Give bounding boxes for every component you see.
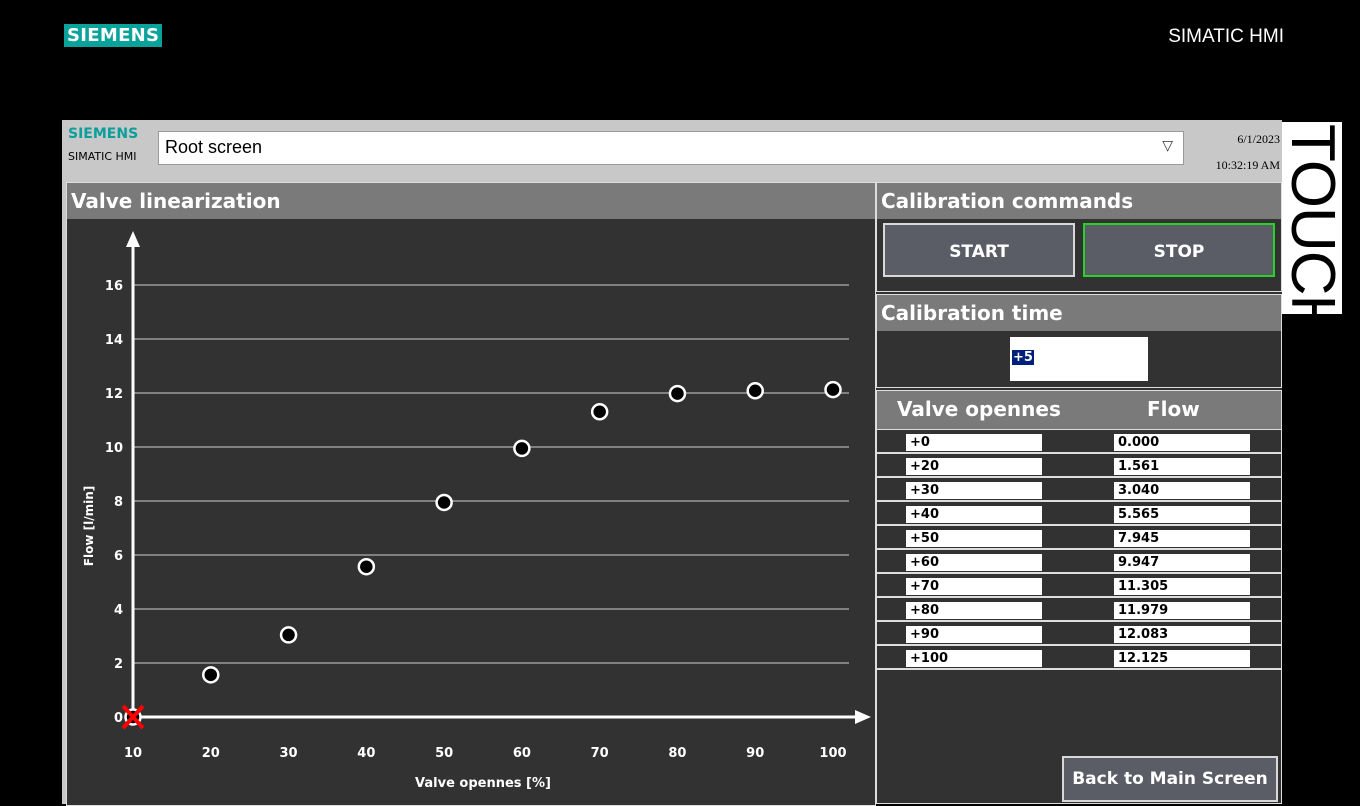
y-tick-label: 16 xyxy=(105,279,123,294)
time-title: Calibration time xyxy=(877,295,1281,331)
x-tick-label: 90 xyxy=(746,746,764,761)
table-frame xyxy=(876,430,1282,804)
y-tick-label: 8 xyxy=(114,495,123,510)
x-tick-label: 60 xyxy=(513,746,531,761)
y-tick-label: 6 xyxy=(114,549,123,564)
data-point xyxy=(513,439,531,458)
y-tick-label: 14 xyxy=(105,333,123,348)
valve-linearization-chart: 0 2 4 6 8 10 12 14 16 10 20 30 40 50 60 70 80 90 100 Valve … xyxy=(82,231,871,791)
time-label: 10:32:19 AM xyxy=(1215,158,1280,172)
touch-label: TOUCH xyxy=(1278,124,1347,339)
device-brand-logo: SIEMENS xyxy=(64,24,163,47)
data-point xyxy=(824,380,842,399)
device-product-label: SIMATIC HMI xyxy=(1168,26,1284,47)
x-tick-label: 80 xyxy=(668,746,686,761)
commands-section: Calibration commands START STOP xyxy=(876,182,1282,292)
y-tick-label: 4 xyxy=(114,603,123,618)
calibration-time-input[interactable]: +5 xyxy=(1010,337,1148,381)
stop-button[interactable]: STOP xyxy=(1083,223,1275,277)
y-tick-label: 12 xyxy=(105,387,123,402)
chevron-down-icon[interactable]: ▽ xyxy=(1162,138,1173,154)
x-tick-label: 10 xyxy=(124,746,142,761)
data-point xyxy=(746,382,764,400)
calibration-time-value: +5 xyxy=(1012,350,1034,365)
data-point xyxy=(202,666,220,684)
table-header: Valve opennes Flow xyxy=(876,390,1282,430)
datetime-display: 6/1/2023 10:32:19 AM xyxy=(1216,126,1280,178)
screen-selector-value: Root screen xyxy=(165,137,263,157)
x-tick-label: 100 xyxy=(819,746,846,761)
start-button[interactable]: START xyxy=(883,223,1075,277)
x-tick-label: 20 xyxy=(202,746,220,761)
x-tick-label: 30 xyxy=(280,746,298,761)
data-point xyxy=(668,384,687,403)
x-tick-label: 70 xyxy=(591,746,609,761)
header-brand: SIEMENS xyxy=(68,126,139,142)
col-flow-header: Flow xyxy=(1147,397,1200,421)
chart-panel: Valve linearization 0 2 4 6 8 10 12 14 16 10 20 30 4… xyxy=(66,182,876,806)
x-axis-arrow xyxy=(855,710,871,724)
screen-selector[interactable]: Root screen ▽ xyxy=(158,131,1184,165)
y-axis-label: Flow [l/min] xyxy=(82,486,96,566)
screen-header: SIEMENS SIMATIC HMI Root screen ▽ 6/1/20… xyxy=(62,120,1282,180)
x-tick-label: 40 xyxy=(357,746,375,761)
calibration-panel: Calibration commands START STOP Calibrat… xyxy=(876,182,1282,804)
x-axis-label: Valve opennes [%] xyxy=(415,776,551,791)
y-axis-arrow xyxy=(126,231,140,247)
y-tick-label: 10 xyxy=(105,441,123,456)
commands-title: Calibration commands xyxy=(877,183,1281,219)
data-point xyxy=(279,626,298,644)
hmi-screen: SIEMENS SIMATIC HMI Root screen ▽ 6/1/20… xyxy=(62,120,1282,806)
data-point xyxy=(590,403,609,421)
x-tick-label: 50 xyxy=(435,746,453,761)
date-label: 6/1/2023 xyxy=(1237,132,1280,146)
header-sub: SIMATIC HMI xyxy=(68,150,137,163)
y-tick-label: 2 xyxy=(114,657,123,672)
y-tick-label: 0 xyxy=(114,711,123,726)
col-opening-header: Valve opennes xyxy=(897,397,1061,421)
data-point xyxy=(357,557,376,576)
back-to-main-button[interactable]: Back to Main Screen xyxy=(1062,756,1278,802)
data-point xyxy=(435,493,453,512)
chart-panel-title: Valve linearization xyxy=(67,183,875,219)
